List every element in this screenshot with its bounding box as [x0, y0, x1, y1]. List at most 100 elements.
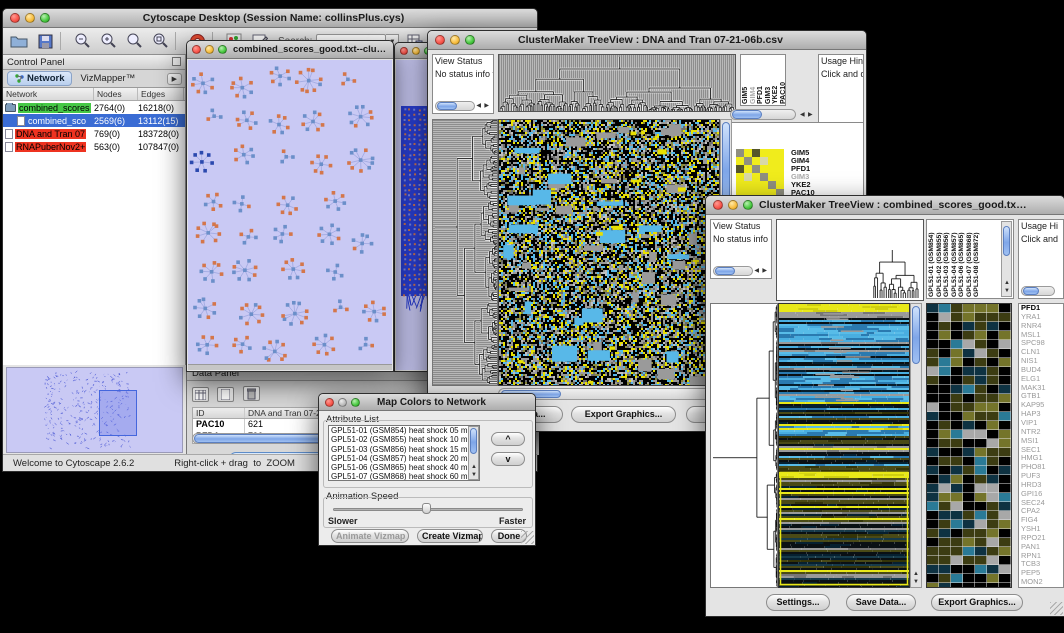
view-status-scrollbar[interactable]	[435, 101, 475, 111]
scroll-right-icon[interactable]: ▶	[808, 112, 813, 118]
col-edges[interactable]: Edges	[138, 88, 184, 100]
tv2-gene-list[interactable]: PFD1YRA1RNR4MSL1SPC98CLN1NIS1BUD4ELG1MAK…	[1018, 303, 1064, 588]
matrix-cell[interactable]	[752, 173, 760, 181]
tv2-heatmap-zoom[interactable]	[926, 303, 1012, 588]
zoom-window-icon[interactable]	[218, 45, 227, 54]
tab-network[interactable]: Network	[7, 71, 72, 86]
minimize-icon[interactable]	[205, 45, 214, 54]
zoom-in-button[interactable]	[98, 31, 118, 51]
move-up-button[interactable]: ^	[491, 432, 525, 446]
network-hscrollbar[interactable]	[188, 364, 392, 370]
scrollbar-thumb[interactable]	[470, 428, 477, 454]
minimize-icon[interactable]	[25, 13, 35, 23]
scroll-left-icon[interactable]: ◀	[800, 112, 805, 118]
create-vizmap-button[interactable]: Create Vizmap	[417, 529, 483, 543]
slider-thumb[interactable]	[422, 503, 431, 514]
resize-grip[interactable]	[521, 531, 534, 544]
scrollbar-thumb[interactable]	[732, 110, 762, 119]
scrollbar-thumb[interactable]	[437, 102, 457, 110]
dialog-titlebar[interactable]: Map Colors to Network	[319, 394, 535, 411]
attribute-item[interactable]: GPL51-06 (GSM865) heat shock 40 min	[329, 463, 479, 472]
close-icon[interactable]	[325, 398, 334, 407]
tabs-overflow-button[interactable]: ▶	[167, 73, 182, 85]
close-icon[interactable]	[713, 200, 723, 210]
network-row-dna-tran[interactable]: DNA and Tran 07 769(0) 183728(0)	[3, 127, 185, 140]
col-network[interactable]: Network	[3, 88, 94, 100]
export-graphics-button[interactable]: Export Graphics...	[571, 406, 676, 423]
scroll-up-icon[interactable]: ▲	[913, 571, 919, 577]
main-titlebar[interactable]: Cytoscape Desktop (Session Name: collins…	[3, 9, 537, 28]
attribute-item[interactable]: GPL51-07 (GSM868) heat shock 60 min	[329, 472, 479, 481]
scrollbar-thumb[interactable]	[1023, 287, 1039, 295]
birdseye-overview-panel[interactable]	[6, 367, 183, 453]
attribute-list-scrollbar[interactable]: ▲ ▼	[468, 426, 479, 480]
attribute-list[interactable]: GPL51-01 (GSM854) heat shock 05 minGPL51…	[328, 425, 480, 481]
close-icon[interactable]	[10, 13, 20, 23]
close-icon[interactable]	[435, 35, 445, 45]
col-id[interactable]: ID	[193, 408, 245, 418]
open-file-button[interactable]	[9, 31, 29, 51]
resize-grip[interactable]	[1050, 602, 1063, 615]
attribute-item[interactable]: GPL51-03 (GSM856) heat shock 15 min	[329, 445, 479, 454]
matrix-cell[interactable]	[776, 181, 784, 189]
matrix-cell[interactable]	[752, 181, 760, 189]
matrix-cell[interactable]	[752, 165, 760, 173]
close-icon[interactable]	[192, 45, 201, 54]
matrix-cell[interactable]	[744, 181, 752, 189]
zoom-out-button[interactable]	[72, 31, 92, 51]
treeview1-titlebar[interactable]: ClusterMaker TreeView : DNA and Tran 07-…	[428, 31, 866, 50]
save-button[interactable]	[35, 31, 55, 51]
save-data-button[interactable]: Save Data...	[846, 594, 916, 611]
minimize-icon[interactable]	[338, 398, 347, 407]
attribute-item[interactable]: GPL51-01 (GSM854) heat shock 05 min	[329, 426, 479, 435]
animate-vizmap-button[interactable]: Animate Vizmap	[331, 529, 409, 543]
matrix-cell[interactable]	[768, 149, 776, 157]
scroll-up-icon[interactable]: ▲	[1004, 280, 1010, 286]
attribute-item[interactable]: GPL51-02 (GSM855) heat shock 10 min	[329, 435, 479, 444]
gene-label[interactable]: MON2	[1019, 578, 1063, 587]
minimize-icon[interactable]	[728, 200, 738, 210]
scrollbar-thumb[interactable]	[715, 267, 735, 275]
tv2-heatmap-strip[interactable]	[778, 303, 910, 588]
matrix-cell[interactable]	[768, 181, 776, 189]
matrix-cell[interactable]	[776, 157, 784, 165]
zoom-window-icon[interactable]	[465, 35, 475, 45]
move-down-button[interactable]: v	[491, 452, 525, 466]
matrix-cell[interactable]	[776, 165, 784, 173]
settings-button[interactable]: Settings...	[766, 594, 830, 611]
matrix-cell[interactable]	[776, 149, 784, 157]
network-row-selected[interactable]: combined_sco 2569(6) 13112(15)	[3, 114, 185, 127]
scrollbar-thumb[interactable]	[1003, 226, 1010, 256]
matrix-cell[interactable]	[736, 157, 744, 165]
tv1-column-dendrogram[interactable]	[498, 54, 736, 112]
scroll-up-icon[interactable]: ▲	[471, 464, 477, 470]
zoom-fit-button[interactable]	[124, 31, 144, 51]
matrix-cell[interactable]	[736, 173, 744, 181]
zoom-window-icon[interactable]	[743, 200, 753, 210]
network-row-combined-scores[interactable]: combined_scores 2764(0) 16218(0)	[3, 101, 185, 114]
matrix-cell[interactable]	[752, 157, 760, 165]
matrix-cell[interactable]	[744, 157, 752, 165]
col-nodes[interactable]: Nodes	[94, 88, 138, 100]
matrix-cell[interactable]	[768, 157, 776, 165]
tv1-heatmap[interactable]	[498, 119, 720, 386]
zoom-window-icon[interactable]	[40, 13, 50, 23]
matrix-cell[interactable]	[744, 165, 752, 173]
matrix-cell[interactable]	[776, 173, 784, 181]
float-panel-icon[interactable]	[172, 57, 181, 66]
table-mode-icon[interactable]	[192, 387, 209, 402]
view-status-scrollbar[interactable]	[713, 266, 753, 276]
tv2-row-dendrogram[interactable]	[710, 303, 778, 588]
scroll-down-icon[interactable]: ▼	[1004, 288, 1010, 294]
zoom-selected-button[interactable]	[150, 31, 170, 51]
attribute-item[interactable]: GPL51-04 (GSM857) heat shock 20 min	[329, 454, 479, 463]
delete-attribute-icon[interactable]	[243, 386, 260, 401]
minimize-icon[interactable]	[412, 47, 420, 55]
tv2-strip-vscrollbar[interactable]: ▲ ▼	[910, 303, 922, 588]
matrix-cell[interactable]	[736, 149, 744, 157]
export-graphics-button[interactable]: Export Graphics...	[931, 594, 1023, 611]
matrix-cell[interactable]	[760, 165, 768, 173]
matrix-cell[interactable]	[760, 149, 768, 157]
matrix-cell[interactable]	[768, 173, 776, 181]
matrix-cell[interactable]	[760, 173, 768, 181]
